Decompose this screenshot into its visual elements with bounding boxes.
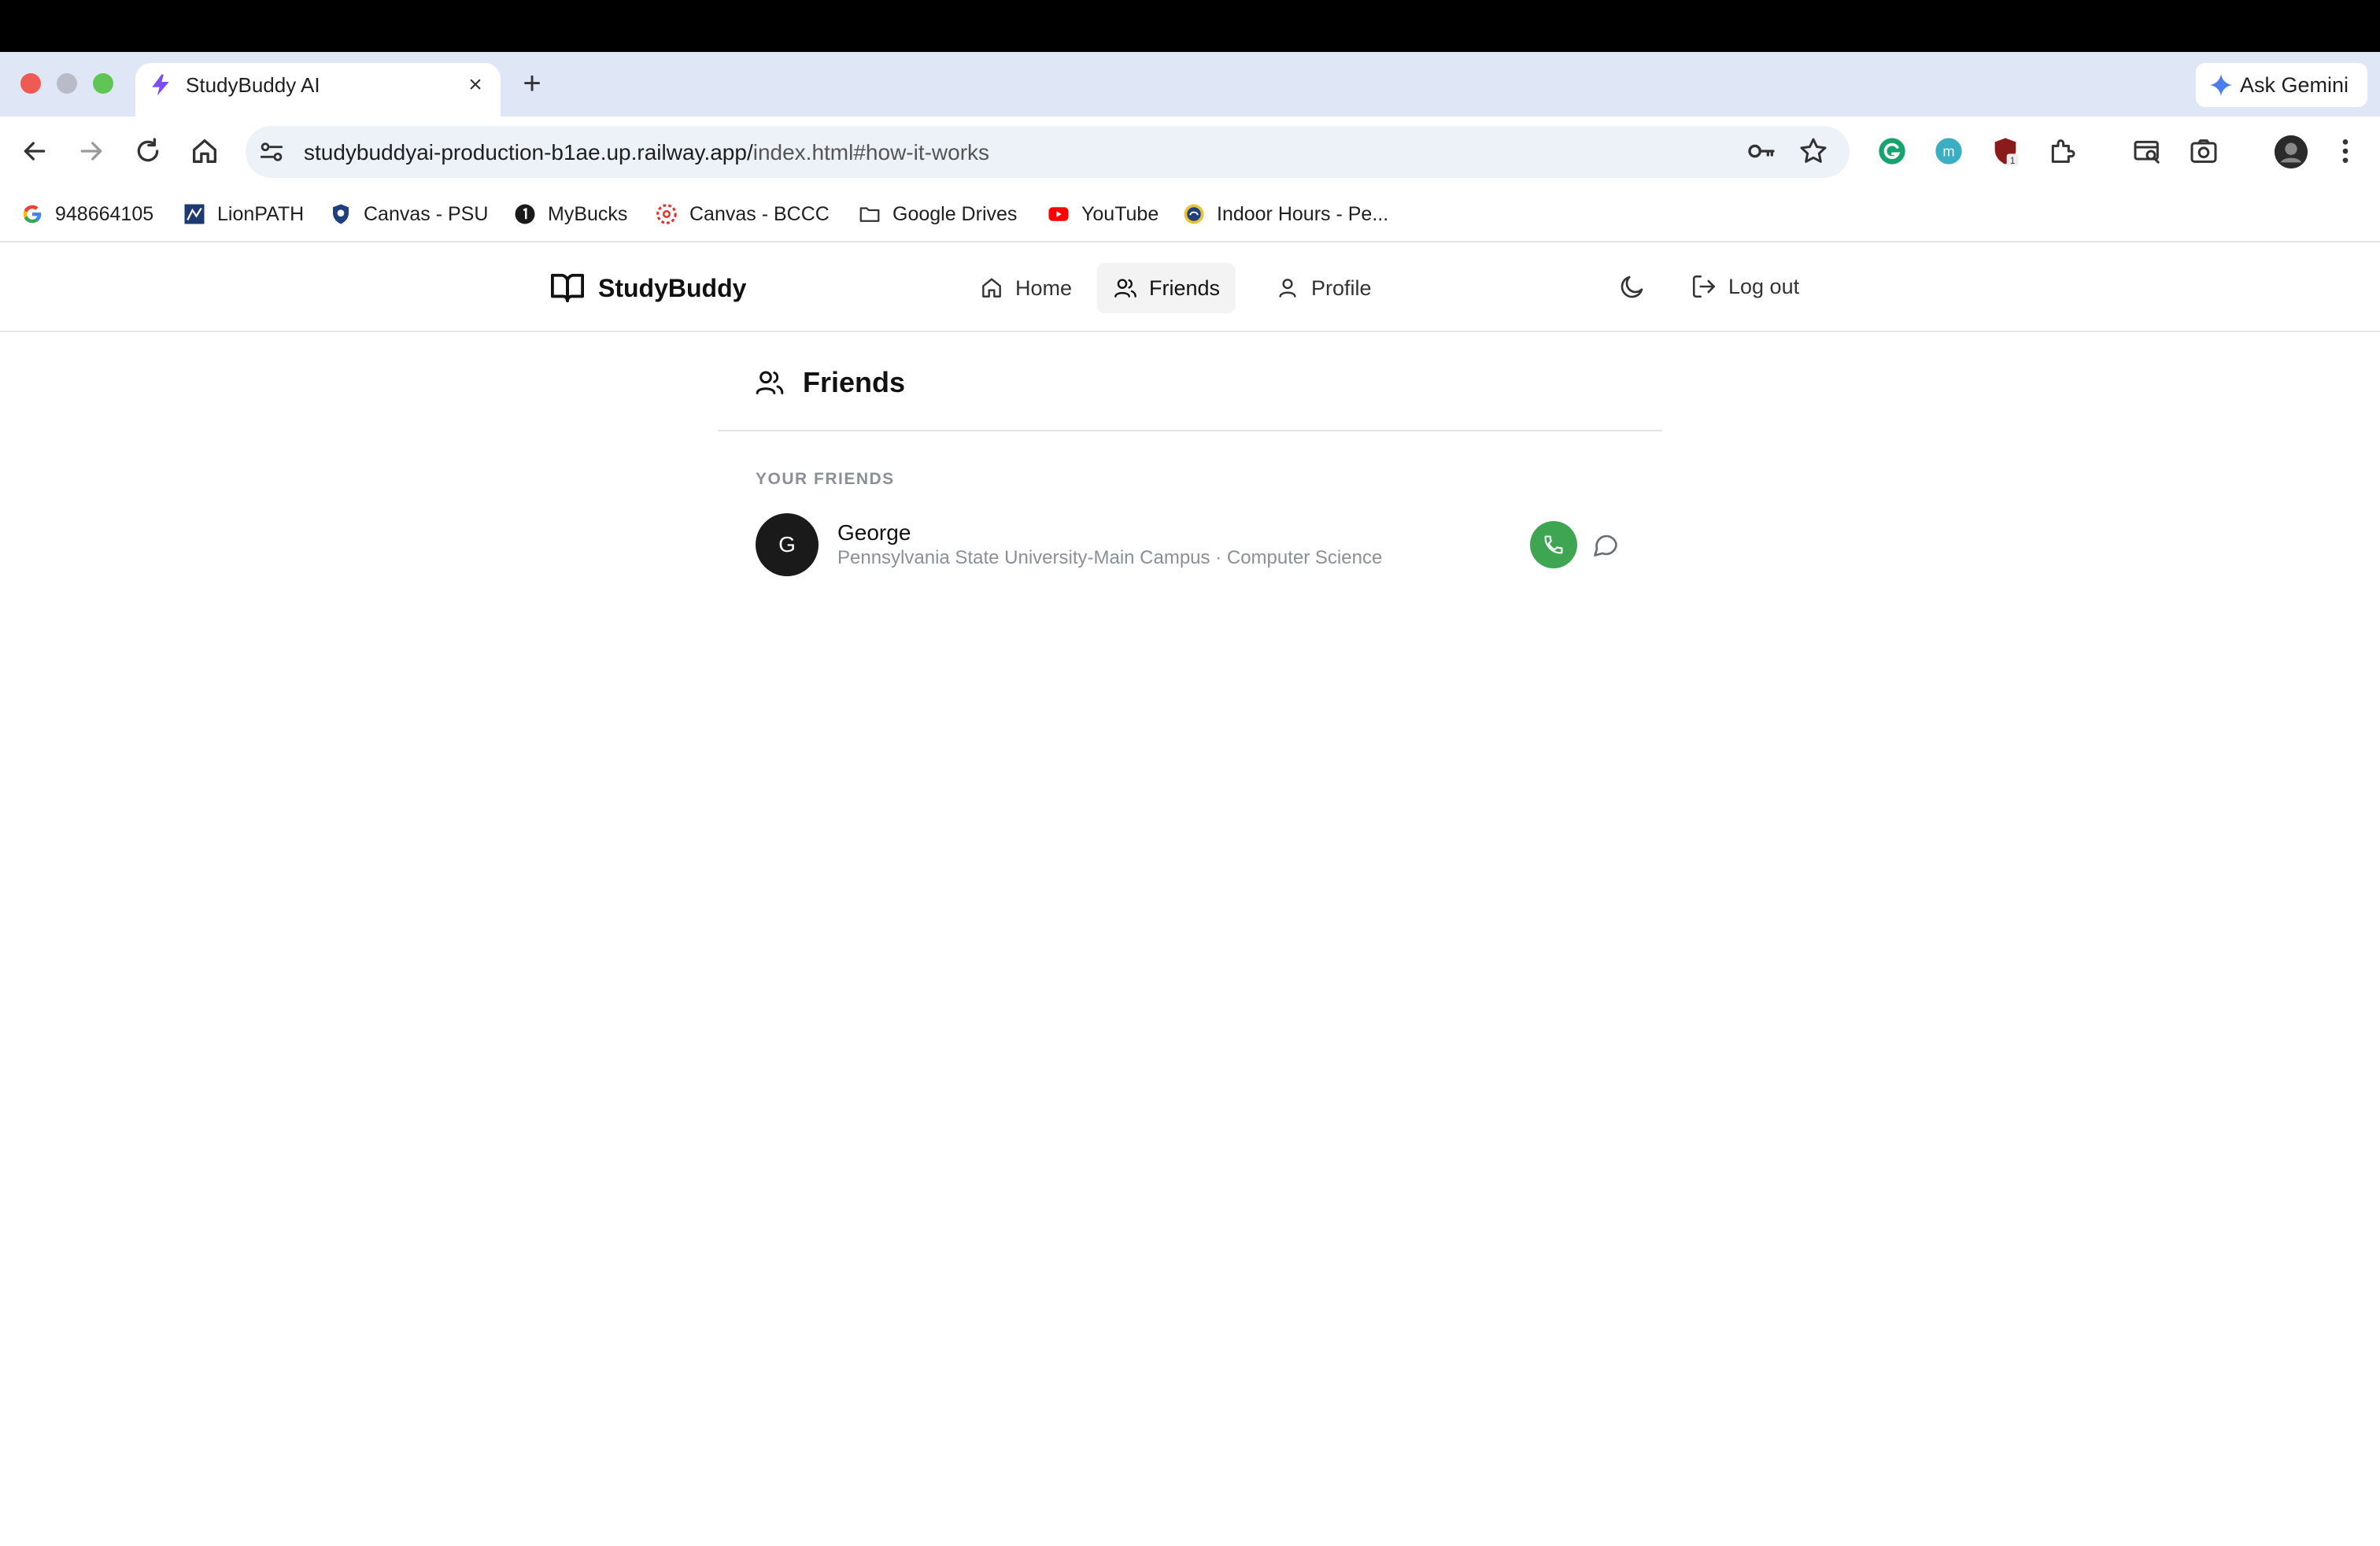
- svg-text:m: m: [1942, 143, 1954, 160]
- puzzle-extensions-icon[interactable]: [2046, 135, 2078, 167]
- bookmark-label: Google Drives: [893, 202, 1018, 225]
- bookmark-label: YouTube: [1081, 202, 1159, 225]
- bookmark-indoor-hours[interactable]: Indoor Hours - Pe...: [1182, 202, 1388, 227]
- reload-icon[interactable]: [132, 135, 164, 167]
- canvas-icon: [656, 204, 677, 224]
- friend-name[interactable]: George: [837, 520, 911, 546]
- ask-gemini-label: Ask Gemini: [2240, 73, 2349, 97]
- bookmark-948664105[interactable]: 948664105: [20, 202, 153, 227]
- screenshot-camera-icon[interactable]: [2188, 135, 2219, 167]
- users-icon: [1114, 279, 1136, 298]
- close-window-button[interactable]: [20, 73, 41, 94]
- close-tab-icon[interactable]: ×: [463, 72, 488, 98]
- url-host: studybuddyai-production-b1ae.up.railway.…: [304, 140, 753, 165]
- gemini-sparkle-icon: [2209, 73, 2233, 97]
- nav-profile-label: Profile: [1311, 276, 1372, 300]
- bookmark-google-drives[interactable]: Google Drives: [858, 202, 1017, 227]
- bookmark-mybucks[interactable]: MyBucks: [513, 202, 627, 227]
- bookmark-label: MyBucks: [548, 202, 628, 225]
- bookmark-label: 948664105: [55, 202, 154, 225]
- url-text[interactable]: studybuddyai-production-b1ae.up.railway.…: [304, 139, 989, 167]
- back-arrow-icon[interactable]: [19, 135, 50, 167]
- page-title: Friends: [803, 366, 906, 398]
- user-icon: [1279, 279, 1296, 298]
- call-button[interactable]: [1530, 521, 1577, 568]
- maximize-window-button[interactable]: [93, 73, 113, 94]
- forward-arrow-icon[interactable]: [76, 135, 107, 167]
- message-bubble-icon[interactable]: [1591, 531, 1620, 559]
- bookmark-canvas-psu[interactable]: Canvas - PSU: [329, 202, 488, 227]
- users-icon: [756, 371, 784, 394]
- m-extension-icon[interactable]: m: [1933, 135, 1964, 167]
- youtube-icon: [1048, 207, 1069, 221]
- bookmark-star-icon[interactable]: [1798, 135, 1829, 167]
- tab-search-icon[interactable]: [2131, 135, 2163, 167]
- section-label: YOUR FRIENDS: [756, 470, 895, 488]
- title-divider: [718, 430, 1662, 431]
- grammarly-icon[interactable]: [1876, 135, 1908, 167]
- minimize-window-button[interactable]: [57, 73, 77, 94]
- psu-shield-icon: [333, 204, 349, 224]
- avatar[interactable]: G: [756, 513, 819, 576]
- nav-profile[interactable]: Profile: [1259, 263, 1388, 313]
- password-key-icon[interactable]: [1746, 135, 1777, 167]
- shield-extension-icon[interactable]: 1: [1990, 135, 2021, 167]
- mybucks-icon: [515, 204, 535, 224]
- lightning-bolt-icon: [152, 74, 169, 96]
- phone-icon: [1544, 535, 1563, 554]
- brand-name[interactable]: StudyBuddy: [598, 272, 746, 304]
- site-settings-icon[interactable]: [257, 137, 286, 167]
- window-top-bar: [0, 0, 2380, 52]
- open-book-icon[interactable]: [549, 271, 586, 304]
- home-icon[interactable]: [189, 135, 220, 167]
- nav-home[interactable]: Home: [963, 263, 1088, 313]
- logout-label: Log out: [1728, 274, 1800, 298]
- bookmark-youtube[interactable]: YouTube: [1047, 202, 1159, 227]
- bookmark-lionpath[interactable]: LionPATH: [183, 202, 304, 227]
- logout-button[interactable]: Log out: [1691, 272, 1799, 301]
- bookmark-label: Canvas - BCCC: [689, 202, 830, 225]
- lionpath-icon: [184, 204, 205, 224]
- nav-friends[interactable]: Friends: [1097, 263, 1236, 313]
- bookmark-label: LionPATH: [217, 202, 305, 225]
- extension-badge: 1: [2010, 156, 2015, 166]
- friend-school-major: Pennsylvania State University-Main Campu…: [837, 547, 1383, 568]
- nav-home-label: Home: [1015, 276, 1073, 300]
- bookmark-label: Canvas - PSU: [364, 202, 489, 225]
- new-tab-button[interactable]: +: [518, 68, 546, 99]
- url-path: index.html#how-it-works: [752, 140, 990, 165]
- moon-icon[interactable]: [1618, 272, 1646, 301]
- tab-title: StudyBuddy AI: [186, 73, 320, 97]
- nav-friends-label: Friends: [1149, 276, 1221, 300]
- bookmark-canvas-bccc[interactable]: Canvas - BCCC: [655, 202, 830, 227]
- log-out-icon: [1692, 275, 1716, 298]
- google-icon: [23, 205, 42, 224]
- bookmark-label: Indoor Hours - Pe...: [1217, 202, 1389, 225]
- folder-icon: [859, 207, 880, 222]
- kebab-menu-icon[interactable]: [2330, 135, 2361, 167]
- profile-avatar-icon[interactable]: [2273, 134, 2309, 170]
- psu-lion-icon: [1184, 204, 1204, 224]
- home-icon: [982, 278, 1001, 298]
